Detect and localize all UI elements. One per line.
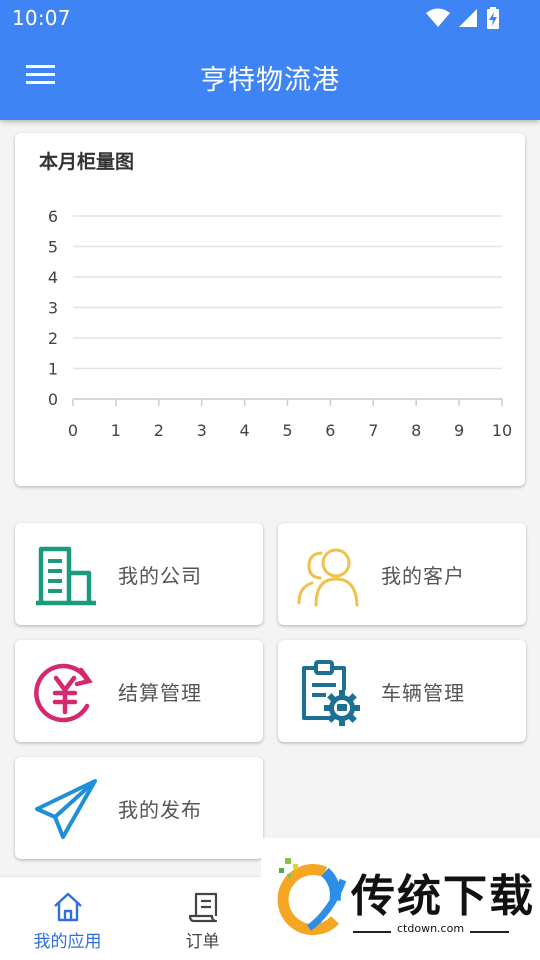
tile-label: 我的发布 bbox=[118, 798, 202, 822]
x-tick-label: 3 bbox=[197, 421, 207, 440]
y-tick-label: 1 bbox=[48, 360, 58, 379]
x-tick-label: 8 bbox=[411, 421, 421, 440]
watermark-url: ctdown.com bbox=[391, 922, 471, 935]
tile-vehicles[interactable]: 车辆管理 bbox=[278, 640, 526, 742]
tile-label: 我的客户 bbox=[381, 564, 465, 588]
monthly-container-chart: 0 1 2 3 4 5 6 0 1 2 3 4 5 6 7 8 9 10 bbox=[48, 207, 512, 440]
tile-settlement[interactable]: 结算管理 bbox=[15, 640, 263, 742]
x-tick-label: 2 bbox=[154, 421, 164, 440]
y-tick-label: 3 bbox=[48, 299, 58, 318]
x-tick-label: 10 bbox=[492, 421, 512, 440]
company-building-icon bbox=[36, 546, 96, 606]
watermark-text: 传统下载 bbox=[351, 871, 535, 922]
status-icons bbox=[426, 7, 500, 29]
y-tick-label: 5 bbox=[48, 238, 58, 257]
app-title: 亨特物流港 bbox=[200, 65, 340, 96]
chart-card: 本月柜量图 0 1 2 3 4 5 6 0 1 2 3 4 5 6 7 8 9 10 bbox=[15, 133, 525, 486]
x-tick-label: 6 bbox=[325, 421, 335, 440]
tile-my-posts[interactable]: 我的发布 bbox=[15, 757, 263, 859]
tile-label: 车辆管理 bbox=[381, 681, 465, 705]
watermark-emblem-icon bbox=[277, 858, 347, 935]
x-tick-label: 0 bbox=[68, 421, 78, 440]
nav-label: 我的应用 bbox=[33, 932, 102, 952]
y-tick-label: 0 bbox=[48, 390, 58, 409]
x-tick-label: 9 bbox=[454, 421, 464, 440]
y-tick-label: 6 bbox=[48, 207, 58, 226]
tile-label: 结算管理 bbox=[118, 681, 202, 705]
x-tick-label: 5 bbox=[282, 421, 292, 440]
status-time: 10:07 bbox=[12, 6, 71, 30]
tile-my-customers[interactable]: 我的客户 bbox=[278, 523, 526, 625]
wifi-icon bbox=[426, 8, 450, 27]
y-tick-label: 4 bbox=[48, 268, 58, 287]
signal-icon bbox=[459, 9, 477, 27]
x-tick-label: 7 bbox=[368, 421, 378, 440]
nav-my-apps[interactable]: 我的应用 bbox=[0, 877, 135, 960]
nav-label: 订单 bbox=[185, 932, 220, 952]
x-tick-label: 1 bbox=[111, 421, 121, 440]
vehicle-clipboard-icon bbox=[302, 660, 360, 726]
customers-icon bbox=[297, 548, 359, 607]
tile-label: 我的公司 bbox=[118, 564, 202, 588]
watermark-logo: 传统下载 ctdown.com bbox=[261, 838, 540, 960]
settlement-yen-icon bbox=[34, 663, 93, 723]
home-icon bbox=[53, 892, 82, 922]
y-tick-label: 2 bbox=[48, 329, 58, 348]
tile-my-company[interactable]: 我的公司 bbox=[15, 523, 263, 625]
orders-icon bbox=[188, 892, 217, 923]
x-tick-label: 4 bbox=[240, 421, 250, 440]
nav-orders[interactable]: 订单 bbox=[135, 877, 270, 960]
app-bar: 10:07 亨特物流港 bbox=[0, 0, 540, 120]
battery-icon bbox=[487, 7, 499, 29]
paper-plane-icon bbox=[35, 779, 97, 839]
